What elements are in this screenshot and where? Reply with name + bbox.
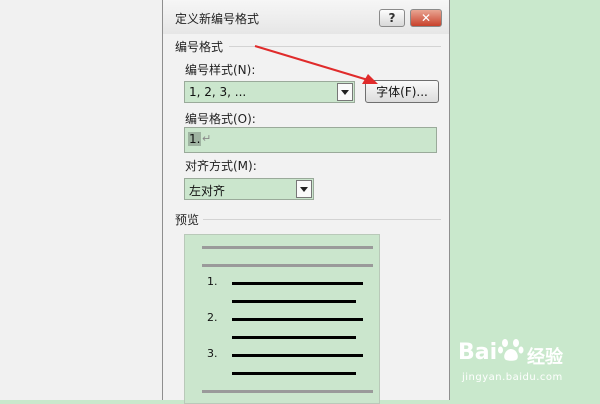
annotation-arrow-line [254, 45, 369, 81]
watermark-url: jingyan.baidu.com [462, 372, 563, 383]
baidu-paw-icon [498, 339, 524, 361]
baidu-jingyan-text: 经验 [527, 347, 563, 368]
baidu-logo-text: Bai [458, 340, 498, 365]
